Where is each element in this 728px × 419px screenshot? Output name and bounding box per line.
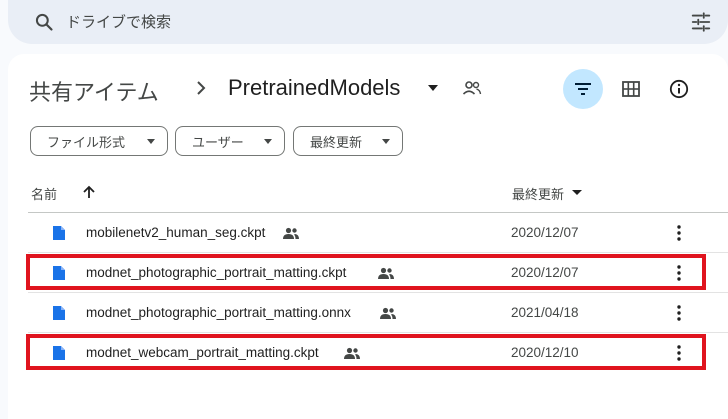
caret-down-icon xyxy=(382,139,390,144)
file-name[interactable]: mobilenetv2_human_seg.ckpt xyxy=(86,225,265,240)
shared-icon xyxy=(378,267,394,279)
table-row[interactable]: mobilenetv2_human_seg.ckpt 2020/12/07 xyxy=(28,213,728,253)
filter-file-type-chip[interactable]: ファイル形式 xyxy=(30,126,168,156)
filter-list-button[interactable] xyxy=(563,69,603,109)
shared-icon xyxy=(380,307,396,319)
more-actions-icon[interactable] xyxy=(677,345,681,361)
caret-down-icon xyxy=(147,139,155,144)
file-icon xyxy=(53,266,65,280)
search-bar[interactable]: ドライブで検索 xyxy=(8,0,728,44)
filter-user-label: ユーザー xyxy=(192,134,244,150)
shared-people-icon[interactable] xyxy=(462,80,482,96)
more-actions-icon[interactable] xyxy=(677,265,681,281)
modified-date: 2020/12/10 xyxy=(511,345,579,360)
chevron-right-icon xyxy=(197,81,206,95)
shared-icon xyxy=(344,347,360,359)
file-icon xyxy=(53,306,65,320)
sort-arrow-up-icon[interactable] xyxy=(82,185,96,199)
breadcrumb-root[interactable]: 共有アイテム xyxy=(29,75,159,107)
search-input[interactable]: ドライブで検索 xyxy=(66,11,171,32)
breadcrumb-current-folder[interactable]: PretrainedModels xyxy=(228,75,400,101)
info-icon xyxy=(669,79,689,99)
table-row[interactable]: modnet_photographic_portrait_matting.onn… xyxy=(28,293,728,333)
main-panel: 共有アイテム PretrainedModels ファイル形式 ユーザー 最終更新… xyxy=(8,54,728,419)
table-row[interactable]: modnet_photographic_portrait_matting.ckp… xyxy=(26,253,728,293)
caret-down-icon[interactable] xyxy=(572,190,582,195)
filter-list-icon xyxy=(575,83,591,95)
search-icon[interactable] xyxy=(34,12,54,32)
modified-date: 2020/12/07 xyxy=(511,225,579,240)
caret-down-icon[interactable] xyxy=(428,85,438,91)
grid-view-icon xyxy=(622,81,640,97)
info-button[interactable] xyxy=(659,69,699,109)
filter-user-chip[interactable]: ユーザー xyxy=(175,126,285,156)
column-header-name[interactable]: 名前 xyxy=(31,184,57,203)
modified-date: 2021/04/18 xyxy=(511,305,579,320)
file-name[interactable]: modnet_photographic_portrait_matting.ckp… xyxy=(86,265,346,280)
file-name[interactable]: modnet_webcam_portrait_matting.ckpt xyxy=(86,345,319,360)
filter-file-type-label: ファイル形式 xyxy=(47,134,126,150)
caret-down-icon xyxy=(264,139,272,144)
file-icon xyxy=(53,226,65,240)
table-row[interactable]: modnet_webcam_portrait_matting.ckpt 2020… xyxy=(26,333,728,373)
search-options-icon[interactable] xyxy=(690,11,712,33)
modified-date: 2020/12/07 xyxy=(511,265,579,280)
filter-modified-chip[interactable]: 最終更新 xyxy=(293,126,403,156)
grid-view-button[interactable] xyxy=(611,69,651,109)
filter-modified-label: 最終更新 xyxy=(310,134,363,150)
file-icon xyxy=(53,346,65,360)
column-header-modified[interactable]: 最終更新 xyxy=(512,184,564,203)
more-actions-icon[interactable] xyxy=(677,305,681,321)
more-actions-icon[interactable] xyxy=(677,225,681,241)
file-name[interactable]: modnet_photographic_portrait_matting.onn… xyxy=(86,305,351,320)
shared-icon xyxy=(283,227,299,239)
